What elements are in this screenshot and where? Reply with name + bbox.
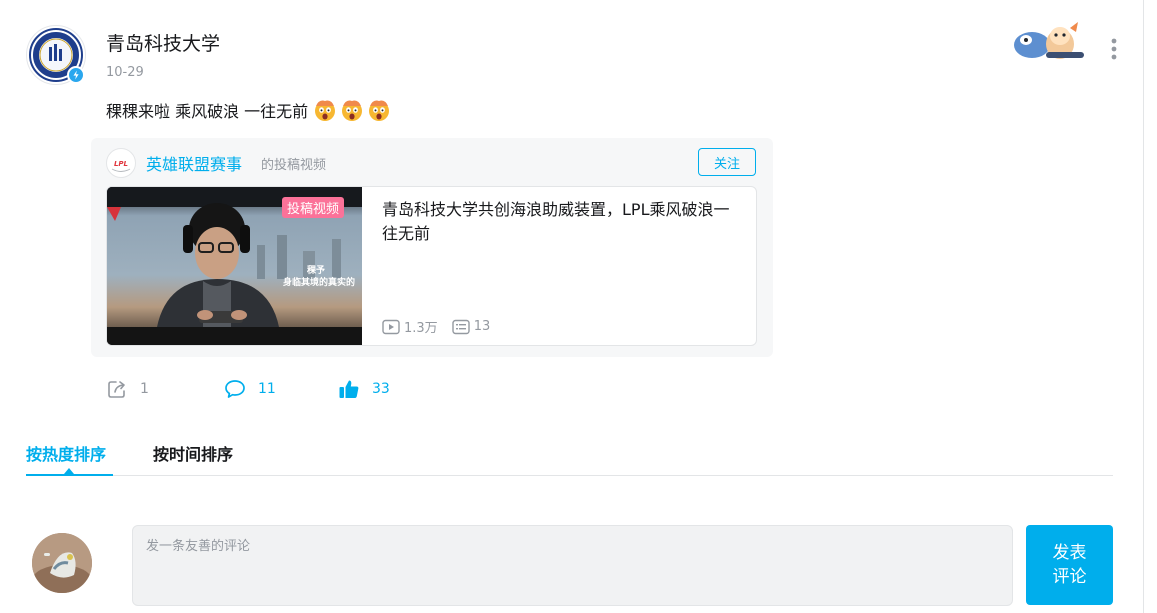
author-name[interactable]: 青岛科技大学 bbox=[106, 29, 220, 56]
video-card[interactable]: 稞予 身临其境的真实的 投稿视频 青岛科技大学共创海浪助威装置，LPL乘风破浪一… bbox=[106, 186, 757, 346]
danmaku-count-icon bbox=[451, 319, 470, 334]
share-count: 1 bbox=[140, 381, 149, 397]
follow-button[interactable]: 关注 bbox=[698, 148, 756, 176]
shocked-face-emoji-icon bbox=[369, 100, 390, 121]
lpl-logo-icon: LPL bbox=[108, 150, 134, 176]
video-type-badge: 投稿视频 bbox=[282, 197, 345, 218]
like-button[interactable]: 33 bbox=[338, 378, 390, 400]
cartoon-decoration-icon bbox=[1010, 18, 1086, 62]
dynamic-detail-page: 青岛科技大学 10-29 稞稞来啦 乘风破浪 一往无前 LPL 英雄联盟赛事 的… bbox=[0, 0, 1157, 613]
video-views: 1.3万 bbox=[404, 321, 438, 336]
like-count: 33 bbox=[372, 381, 390, 397]
comment-count: 11 bbox=[258, 381, 276, 397]
post-text: 稞稞来啦 乘风破浪 一往无前 bbox=[106, 102, 309, 121]
comment-icon bbox=[225, 380, 245, 398]
video-stats: 1.3万 13 bbox=[382, 317, 490, 336]
play-count-icon bbox=[382, 319, 400, 334]
repost-card[interactable]: LPL 英雄联盟赛事 的投稿视频 关注 稞予 身临其境的真实的 投稿视频 青岛科… bbox=[91, 138, 773, 357]
post-comment-button[interactable]: 发表 评论 bbox=[1026, 525, 1113, 605]
source-action-text: 的投稿视频 bbox=[261, 158, 327, 173]
active-tab-indicator bbox=[26, 474, 113, 476]
video-thumbnail[interactable]: 稞予 身临其境的真实的 投稿视频 bbox=[107, 187, 362, 345]
video-title[interactable]: 青岛科技大学共创海浪助威装置，LPL乘风破浪一往无前 bbox=[382, 198, 742, 246]
post-comment-label-line1: 发表 bbox=[1052, 543, 1087, 563]
thumbs-up-icon bbox=[339, 380, 359, 398]
shocked-face-emoji-icon bbox=[315, 100, 336, 121]
share-button[interactable]: 1 bbox=[106, 378, 224, 400]
tab-sort-by-time[interactable]: 按时间排序 bbox=[153, 441, 233, 465]
video-danmaku: 13 bbox=[473, 319, 491, 334]
active-tab-caret-icon bbox=[64, 468, 74, 474]
post-comment-label-line2: 评论 bbox=[1052, 567, 1087, 587]
post-date: 10-29 bbox=[106, 65, 144, 80]
comment-button[interactable]: 11 bbox=[224, 378, 338, 400]
current-user-avatar[interactable] bbox=[32, 533, 92, 593]
scrollbar-track[interactable] bbox=[1143, 0, 1157, 613]
verified-badge-icon bbox=[67, 66, 85, 84]
current-user-avatar-image bbox=[32, 533, 92, 593]
more-options-icon[interactable] bbox=[1104, 36, 1124, 62]
comment-input[interactable] bbox=[132, 525, 1013, 606]
post-action-bar: 1 11 33 bbox=[106, 377, 390, 401]
video-caption-line2: 身临其境的真实的 bbox=[283, 278, 356, 288]
tabs-divider bbox=[26, 475, 1113, 476]
source-name[interactable]: 英雄联盟赛事 bbox=[146, 151, 242, 175]
share-icon bbox=[108, 381, 125, 398]
shocked-face-emoji-icon bbox=[342, 100, 363, 121]
post-content: 稞稞来啦 乘风破浪 一往无前 bbox=[106, 98, 391, 122]
lpl-logo-text: LPL bbox=[114, 160, 128, 168]
tab-sort-by-hot[interactable]: 按热度排序 bbox=[26, 441, 106, 465]
source-avatar[interactable]: LPL bbox=[106, 148, 136, 178]
